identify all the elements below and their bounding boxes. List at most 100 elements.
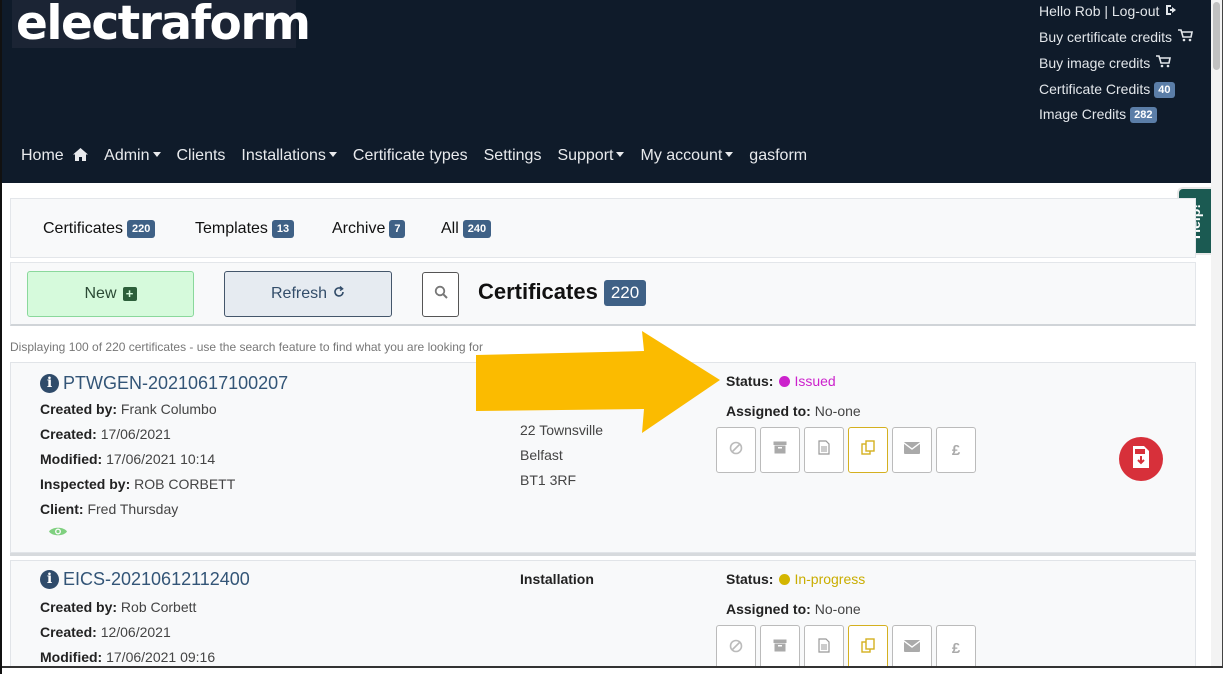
window-edge — [1222, 0, 1229, 674]
created-field: Created: 12/06/2021 — [40, 624, 171, 640]
created-by-field: Created by: Frank Columbo — [40, 401, 217, 417]
scrollbar-thumb[interactable] — [1213, 2, 1220, 70]
nav-gasform[interactable]: gasform — [749, 147, 807, 165]
certificate-id-link[interactable]: EICS-20210612112400 — [63, 569, 250, 590]
client-field: Client: Fred Thursday — [40, 501, 179, 517]
email-icon — [903, 441, 921, 459]
cart-icon — [1156, 55, 1172, 71]
nav-clients[interactable]: Clients — [177, 147, 226, 165]
chevron-down-icon — [616, 152, 625, 157]
certificate-actions: £ — [716, 625, 976, 671]
count-badge: 220 — [127, 220, 156, 238]
new-button[interactable]: New + — [27, 271, 194, 317]
archive-icon — [773, 441, 787, 459]
cancel-icon — [729, 441, 743, 460]
archive-icon — [773, 639, 787, 657]
status-field: Status: Issued — [726, 373, 836, 389]
pdf-download-button[interactable] — [1119, 437, 1163, 481]
address-line: BT1 3RF — [520, 472, 577, 488]
count-badge: 240 — [462, 220, 492, 238]
copy-button[interactable] — [848, 625, 888, 671]
buy-certificate-credits-link[interactable]: Buy certificate credits — [1039, 29, 1194, 45]
email-button[interactable] — [892, 625, 932, 671]
chevron-down-icon — [328, 152, 337, 157]
installation-heading: Installation — [520, 571, 594, 587]
created-by-field: Created by: Rob Corbett — [40, 599, 197, 615]
nav-home[interactable]: Home — [21, 147, 89, 166]
created-field: Created: 17/06/2021 — [40, 426, 171, 442]
nav-support[interactable]: Support — [557, 147, 625, 165]
nav-installations[interactable]: Installations — [241, 147, 337, 165]
modified-field: Modified: 17/06/2021 09:16 — [40, 649, 216, 665]
cart-icon — [1178, 29, 1194, 45]
tab-templates[interactable]: Templates 13 — [195, 220, 295, 238]
refresh-button[interactable]: Refresh — [224, 271, 392, 317]
electraform-logo[interactable]: electraform — [12, 0, 311, 48]
eye-icon[interactable] — [48, 525, 68, 543]
status-field: Status: In-progress — [726, 571, 866, 587]
address-line: Belfast — [520, 447, 563, 463]
email-button[interactable] — [892, 427, 932, 473]
tab-certificates[interactable]: Certificates 220 — [43, 220, 156, 238]
nav-my-account[interactable]: My account — [640, 147, 734, 165]
status-badge: In-progress — [794, 571, 866, 587]
certificate-credits: Certificate Credits 40 — [1039, 81, 1175, 98]
pound-icon: £ — [951, 441, 961, 459]
nav-settings[interactable]: Settings — [484, 147, 542, 165]
copy-icon — [860, 440, 876, 460]
status-dot — [779, 376, 791, 387]
document-icon — [818, 440, 830, 460]
inspected-by-field: Inspected by: ROB CORBETT — [40, 476, 236, 492]
archive-button[interactable] — [760, 427, 800, 473]
copy-icon — [860, 638, 876, 658]
tab-all[interactable]: All 240 — [441, 220, 492, 238]
nav-admin[interactable]: Admin — [104, 147, 161, 165]
certificate-id-link[interactable]: PTWGEN-20210617100207 — [63, 373, 288, 394]
cancel-icon — [729, 639, 743, 658]
buy-image-credits-link[interactable]: Buy image credits — [1039, 55, 1172, 71]
cancel-button[interactable] — [716, 427, 756, 473]
count-badge: 220 — [603, 280, 647, 306]
status-badge: Issued — [794, 373, 836, 389]
home-icon — [73, 147, 89, 166]
page-title: Certificates 220 — [478, 279, 647, 306]
count-badge: 7 — [389, 220, 406, 238]
nav-certificate-types[interactable]: Certificate types — [353, 147, 468, 165]
logout-link[interactable]: Hello Rob | Log-out — [1039, 3, 1179, 19]
window-border — [1222, 0, 1223, 668]
display-note: Displaying 100 of 220 certificates - use… — [10, 340, 483, 354]
logout-icon — [1165, 4, 1179, 19]
status-dot — [779, 574, 791, 585]
chevron-down-icon — [152, 152, 161, 157]
info-icon[interactable]: i — [40, 570, 59, 589]
tab-archive[interactable]: Archive 7 — [332, 220, 406, 238]
scrollbar-track[interactable] — [1211, 0, 1222, 666]
assigned-field: Assigned to: No-one — [726, 403, 861, 419]
browser-window: electraform Hello Rob | Log-out Buy cert… — [0, 0, 1229, 674]
certificate-actions: £ — [716, 427, 976, 473]
certificate-tabs: Certificates 220 Templates 13 Archive 7 All… — [10, 198, 1196, 258]
certificate-credits-badge: 40 — [1154, 82, 1175, 98]
pdf-icon — [1131, 445, 1151, 474]
payment-button[interactable]: £ — [936, 427, 976, 473]
certificate-title[interactable]: i EICS-20210612112400 — [40, 569, 250, 590]
chevron-down-icon — [725, 152, 734, 157]
modified-field: Modified: 17/06/2021 10:14 — [40, 451, 216, 467]
refresh-icon — [333, 285, 345, 303]
plus-icon: + — [122, 287, 137, 301]
document-icon — [818, 638, 830, 658]
email-icon — [903, 639, 921, 657]
certificate-title[interactable]: i PTWGEN-20210617100207 — [40, 373, 288, 394]
document-button[interactable] — [804, 427, 844, 473]
cancel-button[interactable] — [716, 625, 756, 671]
document-button[interactable] — [804, 625, 844, 671]
main-nav: Home Admin Clients Installations Certifi… — [21, 145, 807, 167]
certificate-card: i EICS-20210612112400 Created by: Rob Co… — [10, 560, 1196, 671]
archive-button[interactable] — [760, 625, 800, 671]
image-credits: Image Credits 282 — [1039, 106, 1157, 123]
image-credits-badge: 282 — [1130, 107, 1157, 123]
search-button[interactable] — [422, 272, 459, 317]
info-icon[interactable]: i — [40, 374, 59, 393]
payment-button[interactable]: £ — [936, 625, 976, 671]
copy-button[interactable] — [848, 427, 888, 473]
